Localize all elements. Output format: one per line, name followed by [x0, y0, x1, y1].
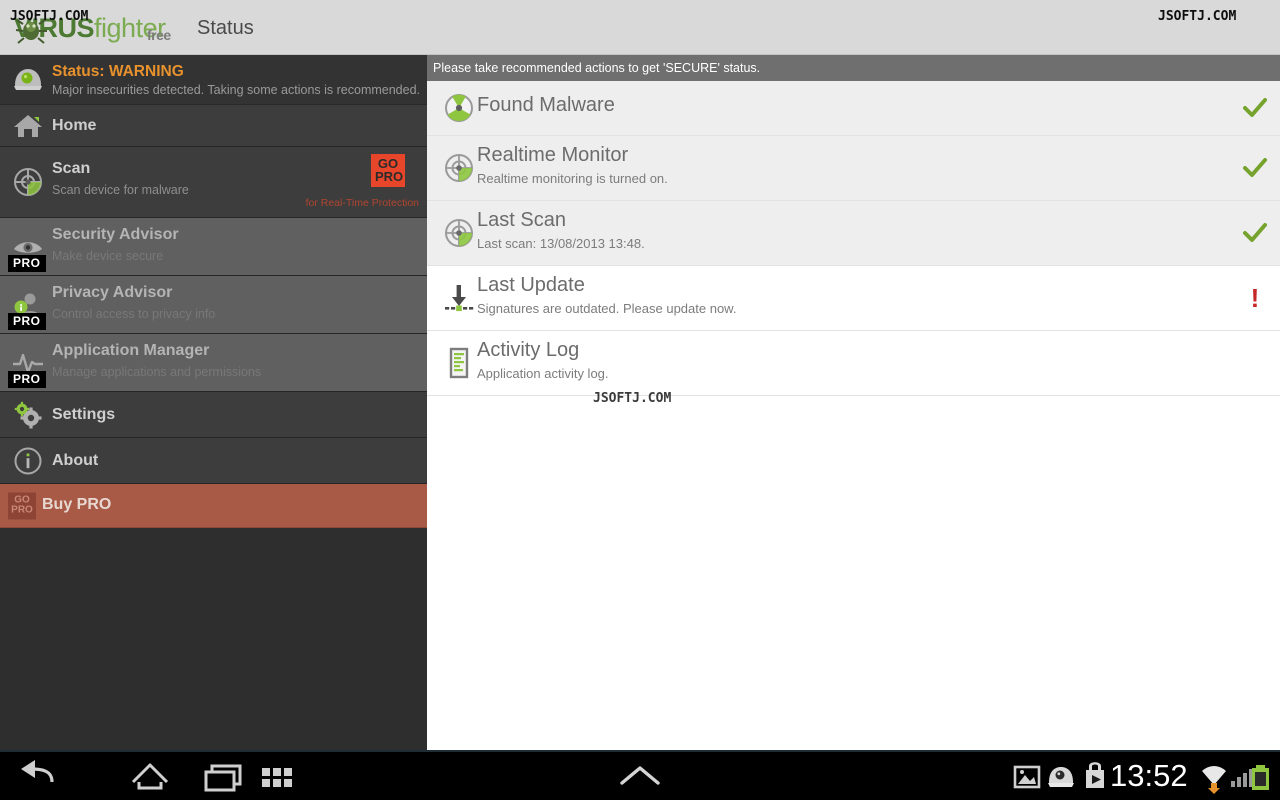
- go-pro-badge-icon: GO PRO: [8, 492, 36, 519]
- status-row-title: Found Malware: [477, 94, 615, 116]
- sidebar-item-subtitle: Scan device for malware: [52, 183, 189, 197]
- log-document-icon: [449, 347, 469, 379]
- sidebar-item-label: Settings: [52, 406, 116, 423]
- status-row-title: Realtime Monitor: [477, 144, 629, 166]
- apps-grid-icon[interactable]: [232, 752, 302, 800]
- sidebar-item-application-manager[interactable]: Application Manager Manage applications …: [0, 334, 427, 392]
- page-title: Status: [197, 17, 254, 39]
- helmet-icon[interactable]: [1044, 752, 1078, 800]
- status-badge-ok: [1242, 155, 1268, 181]
- sidebar-item-subtitle: Manage applications and permissions: [52, 365, 262, 379]
- notice-banner: Please take recommended actions to get '…: [427, 55, 1280, 81]
- status-bar-clock: 13:52: [1110, 758, 1188, 793]
- radar-icon: [445, 154, 473, 182]
- status-badge-ok: [1242, 220, 1268, 246]
- sidebar-item-label: Application Manager: [52, 342, 210, 359]
- gears-icon: [14, 401, 42, 428]
- watermark-top-right: JSOFTJ.COM: [1158, 9, 1237, 24]
- sidebar-item-subtitle: Control access to privacy info: [52, 307, 216, 321]
- sidebar-item-privacy-advisor[interactable]: Privacy Advisor Control access to privac…: [0, 276, 427, 334]
- sidebar-item-label: Buy PRO: [42, 496, 112, 513]
- status-row-subtitle: Last scan: 13/08/2013 13:48.: [477, 236, 645, 251]
- sidebar-item-settings[interactable]: Settings: [0, 392, 427, 438]
- sidebar-item-label: Scan: [52, 160, 91, 177]
- status-row-last-scan[interactable]: Last Scan Last scan: 13/08/2013 13:48.: [427, 201, 1280, 266]
- sidebar-item-home[interactable]: Home: [0, 105, 427, 147]
- sidebar-item-label: Security Advisor: [52, 226, 179, 243]
- sidebar-item-buy-pro[interactable]: GO PRO Buy PRO: [0, 484, 427, 528]
- radar-icon: [14, 168, 42, 196]
- status-row-activity-log[interactable]: Activity Log Application activity log.: [427, 331, 1280, 396]
- status-row-subtitle: Signatures are outdated. Please update n…: [477, 301, 737, 316]
- status-row-subtitle: Application activity log.: [477, 366, 609, 381]
- sidebar-item-scan[interactable]: Scan Scan device for malware GO PRO for …: [0, 147, 427, 218]
- status-badge-warning: !: [1250, 283, 1260, 313]
- status-row-last-update[interactable]: Last Update Signatures are outdated. Ple…: [427, 266, 1280, 331]
- chevron-up-icon[interactable]: [605, 752, 675, 800]
- status-row-realtime-monitor[interactable]: Realtime Monitor Realtime monitoring is …: [427, 136, 1280, 201]
- logo-edition-text: free: [147, 27, 171, 43]
- download-icon: [445, 285, 474, 312]
- sidebar-status-subtitle: Major insecurities detected. Taking some…: [52, 83, 420, 97]
- home-outline-icon[interactable]: [115, 752, 185, 800]
- system-navigation-bar: 13:52: [0, 750, 1280, 800]
- sidebar-item-about[interactable]: About: [0, 438, 427, 484]
- sidebar-status-title: Status: WARNING: [52, 63, 184, 80]
- sidebar-item-subtitle: Make device secure: [52, 249, 164, 263]
- info-circle-icon: [14, 447, 42, 474]
- status-badge-ok: [1242, 95, 1268, 121]
- wifi-icon[interactable]: [1196, 752, 1232, 800]
- home-icon: [14, 114, 42, 137]
- pro-badge: PRO: [8, 255, 46, 272]
- app-bar: VIRUSfighter ANDROID free Status JSOFTJ.…: [0, 0, 1280, 66]
- app-logo: VIRUSfighter ANDROID free: [14, 6, 171, 66]
- sidebar-item-label: Privacy Advisor: [52, 284, 173, 301]
- sidebar-item-label: About: [52, 452, 99, 469]
- navigation-drawer: Status: WARNING Major insecurities detec…: [0, 55, 427, 750]
- battery-icon[interactable]: [1246, 752, 1276, 800]
- play-store-icon[interactable]: [1078, 752, 1112, 800]
- go-pro-caption: for Real-Time Protection: [305, 197, 419, 209]
- status-content-panel: Please take recommended actions to get '…: [427, 55, 1280, 750]
- back-arrow-icon[interactable]: [5, 752, 75, 800]
- status-row-found-malware[interactable]: Found Malware: [427, 81, 1280, 136]
- sidebar-status-banner[interactable]: Status: WARNING Major insecurities detec…: [0, 55, 427, 105]
- sidebar-item-label: Home: [52, 117, 97, 134]
- go-pro-badge[interactable]: GO PRO: [371, 154, 405, 187]
- radiation-icon: [445, 94, 473, 122]
- status-row-title: Last Scan: [477, 209, 566, 231]
- status-row-title: Activity Log: [477, 339, 580, 361]
- sidebar-item-security-advisor[interactable]: Security Advisor Make device secure PRO: [0, 218, 427, 276]
- app-screen: VIRUSfighter ANDROID free Status JSOFTJ.…: [0, 0, 1280, 800]
- pro-badge: PRO: [8, 371, 46, 388]
- image-icon[interactable]: [1010, 752, 1044, 800]
- pro-badge: PRO: [8, 313, 46, 330]
- status-row-title: Last Update: [477, 274, 585, 296]
- status-row-subtitle: Realtime monitoring is turned on.: [477, 171, 668, 186]
- radar-icon: [445, 219, 473, 247]
- logo-virus-text: VIRUS: [14, 13, 95, 43]
- helmet-icon: [14, 68, 42, 90]
- go-pro-badge-label: GO PRO: [375, 156, 404, 184]
